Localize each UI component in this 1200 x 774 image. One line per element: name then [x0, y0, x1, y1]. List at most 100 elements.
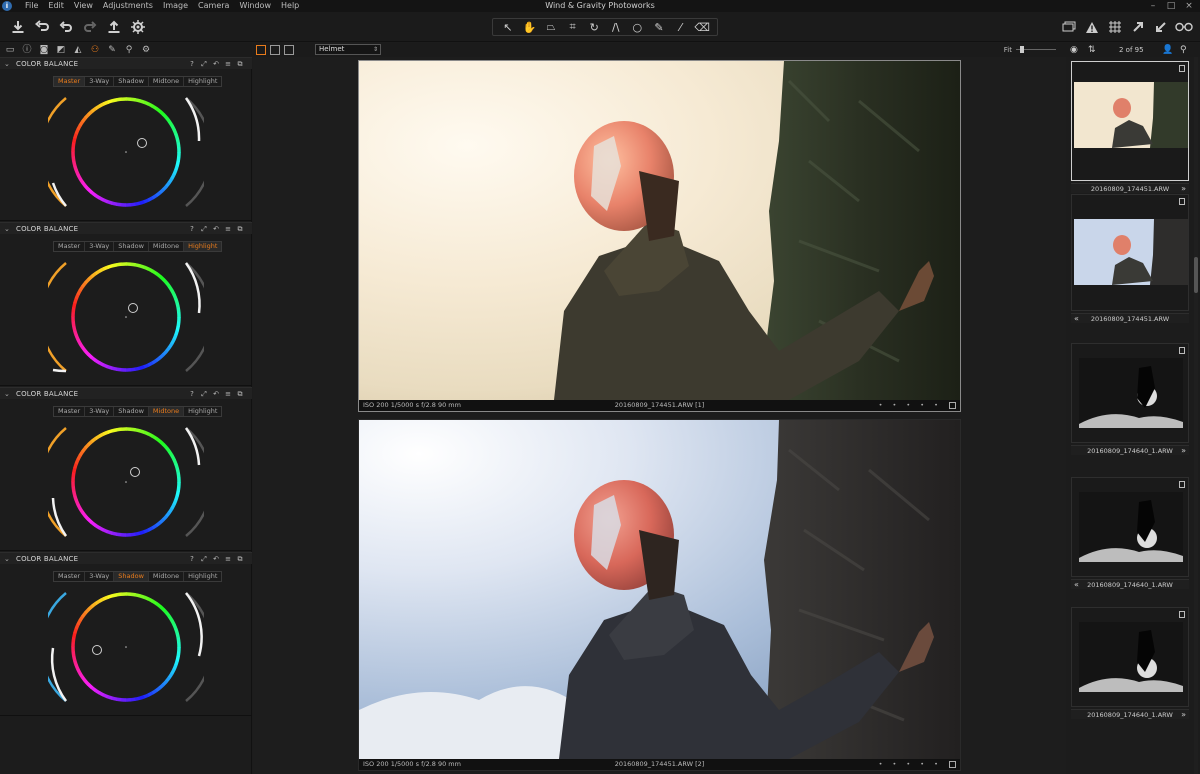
- export-icon[interactable]: [104, 17, 124, 37]
- menu-item-view[interactable]: View: [69, 0, 98, 12]
- star-rating[interactable]: • • • • •: [879, 759, 942, 770]
- tab-shadow[interactable]: Shadow: [114, 407, 149, 416]
- pin-icon[interactable]: ⤢: [200, 58, 208, 70]
- settings-icon[interactable]: [128, 17, 148, 37]
- menu-item-edit[interactable]: Edit: [43, 0, 69, 12]
- pin-icon[interactable]: ⤢: [200, 388, 208, 400]
- presets-menu-icon[interactable]: ≡: [224, 223, 232, 235]
- thumbnail-frame[interactable]: [1071, 343, 1189, 443]
- color-wheel[interactable]: [48, 423, 204, 541]
- color-icon[interactable]: ⚇: [87, 43, 103, 57]
- star-rating[interactable]: • • • • •: [879, 400, 942, 411]
- collapse-chevron-icon[interactable]: ⌄: [4, 553, 10, 565]
- color-wheel[interactable]: [48, 258, 204, 376]
- presets-menu-icon[interactable]: ≡: [224, 58, 232, 70]
- tab-highlight[interactable]: Highlight: [184, 77, 221, 86]
- proof-glasses-icon[interactable]: [1174, 17, 1194, 37]
- keystone-icon[interactable]: /\: [607, 21, 625, 34]
- help-icon[interactable]: ?: [188, 223, 196, 235]
- undo-icon[interactable]: [56, 17, 76, 37]
- sort-icon[interactable]: ⇅: [1088, 43, 1096, 57]
- lens-icon[interactable]: ◭: [70, 43, 86, 57]
- zoom-slider[interactable]: [1016, 46, 1056, 53]
- menu-item-camera[interactable]: Camera: [193, 0, 234, 12]
- chevron-right-icon[interactable]: »: [1181, 446, 1186, 456]
- brush-icon[interactable]: ✎: [650, 21, 668, 34]
- hand-icon[interactable]: ✋: [520, 21, 538, 34]
- warning-icon[interactable]: [1082, 17, 1102, 37]
- copy-apply-icon[interactable]: ⧉: [236, 388, 244, 400]
- browser-scrollbar[interactable]: [1194, 57, 1198, 774]
- reset-icon[interactable]: ↶: [212, 553, 220, 565]
- eye-icon[interactable]: ◉: [1070, 43, 1078, 57]
- saturation-arc-slider[interactable]: [48, 262, 67, 372]
- chevron-right-icon[interactable]: »: [1181, 710, 1186, 720]
- tab-highlight[interactable]: Highlight: [184, 572, 221, 581]
- collapse-chevron-icon[interactable]: ⌄: [4, 223, 10, 235]
- maximize-icon[interactable]: □: [1162, 0, 1180, 12]
- apply-icon[interactable]: [1151, 17, 1171, 37]
- chevron-left-icon[interactable]: «: [1074, 580, 1079, 590]
- circle-icon[interactable]: ○: [628, 21, 646, 34]
- wheel-puck[interactable]: [128, 303, 138, 313]
- select-checkbox[interactable]: [949, 761, 956, 768]
- grid-icon[interactable]: [1105, 17, 1125, 37]
- scrollbar-thumb[interactable]: [1194, 257, 1198, 293]
- thumbnail-frame[interactable]: [1071, 61, 1189, 181]
- reset-icon[interactable]: ↶: [212, 58, 220, 70]
- tab-midtone[interactable]: Midtone: [149, 242, 185, 251]
- collapse-chevron-icon[interactable]: ⌄: [4, 58, 10, 70]
- select-icon[interactable]: ↖: [499, 21, 517, 34]
- preset-select[interactable]: Helmet ⇕: [315, 44, 381, 55]
- crop-icon[interactable]: ⌗: [564, 20, 582, 34]
- menu-item-file[interactable]: File: [20, 0, 43, 12]
- thumbnail-frame[interactable]: [1071, 194, 1189, 311]
- tab-shadow[interactable]: Shadow: [114, 77, 149, 86]
- reset-icon[interactable]: ↶: [212, 388, 220, 400]
- menu-item-window[interactable]: Window: [234, 0, 276, 12]
- color-wheel[interactable]: [48, 588, 204, 706]
- rotate-icon[interactable]: ↻: [585, 21, 603, 34]
- exposure-icon[interactable]: ◩: [53, 43, 69, 57]
- info-icon[interactable]: ⓘ: [19, 43, 35, 57]
- pin-icon[interactable]: ⤢: [200, 553, 208, 565]
- zoom-knob[interactable]: [1020, 46, 1024, 53]
- copy-apply-icon[interactable]: ⧉: [236, 553, 244, 565]
- tab-3-way[interactable]: 3-Way: [85, 407, 115, 416]
- close-icon[interactable]: ×: [1180, 0, 1198, 12]
- undo-all-icon[interactable]: [32, 17, 52, 37]
- expand-icon[interactable]: [1128, 17, 1148, 37]
- tab-shadow[interactable]: Shadow: [114, 242, 149, 251]
- thumbnail-frame[interactable]: [1071, 607, 1189, 707]
- brush-tab-icon[interactable]: ✎: [104, 43, 120, 57]
- tab-midtone[interactable]: Midtone: [148, 407, 185, 416]
- copy-apply-icon[interactable]: ⧉: [236, 223, 244, 235]
- help-icon[interactable]: ?: [188, 553, 196, 565]
- perspective-icon[interactable]: ⏢: [542, 20, 560, 34]
- minimize-icon[interactable]: –: [1144, 0, 1162, 12]
- gear-tab-icon[interactable]: ⚙: [138, 43, 154, 57]
- collapse-chevron-icon[interactable]: ⌄: [4, 388, 10, 400]
- tab-master[interactable]: Master: [54, 572, 86, 581]
- copy-icon[interactable]: [1059, 17, 1079, 37]
- tab-master[interactable]: Master: [54, 77, 86, 86]
- wheel-puck[interactable]: [137, 138, 147, 148]
- presets-menu-icon[interactable]: ≡: [224, 553, 232, 565]
- camera-icon[interactable]: ◙: [36, 43, 52, 57]
- panel-header[interactable]: ⌄ COLOR BALANCE ? ⤢ ↶ ≡ ⧉: [0, 552, 252, 564]
- pin-icon[interactable]: ⤢: [200, 223, 208, 235]
- menu-item-help[interactable]: Help: [276, 0, 304, 12]
- color-wheel[interactable]: [48, 93, 204, 211]
- tab-highlight[interactable]: Highlight: [184, 407, 221, 416]
- viewer-image-2[interactable]: ISO 200 1/5000 s f/2.8 90 mm 20160809_17…: [358, 419, 961, 771]
- redo-icon[interactable]: [80, 17, 100, 37]
- help-icon[interactable]: ?: [188, 388, 196, 400]
- user-icon[interactable]: 👤: [1162, 43, 1173, 57]
- chevron-left-icon[interactable]: «: [1074, 314, 1079, 324]
- thumbnail-frame[interactable]: [1071, 477, 1189, 577]
- wheel-puck[interactable]: [92, 645, 102, 655]
- tab-midtone[interactable]: Midtone: [149, 572, 185, 581]
- picker-icon[interactable]: ⁄: [672, 21, 690, 34]
- tab-shadow[interactable]: Shadow: [114, 572, 149, 581]
- panel-header[interactable]: ⌄ COLOR BALANCE ? ⤢ ↶ ≡ ⧉: [0, 57, 252, 69]
